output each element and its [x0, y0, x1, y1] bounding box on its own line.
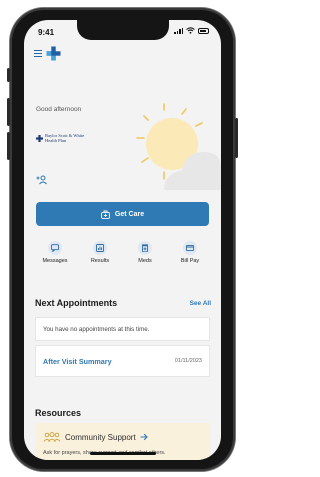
- quick-action-label: Results: [90, 258, 110, 264]
- quick-action-label: Bill Pay: [180, 258, 200, 264]
- mute-switch: [7, 68, 10, 82]
- no-appointments-card: You have no appointments at this time.: [35, 317, 210, 341]
- notch: [76, 20, 169, 40]
- signal-icon: [174, 27, 183, 34]
- app-screen: 9:41 Good afternoon Baylor Scott & White…: [24, 20, 221, 460]
- quick-action-results[interactable]: Results: [81, 241, 119, 264]
- quick-actions: Messages Results Meds Bill Pay: [36, 241, 209, 264]
- get-care-button[interactable]: Get Care: [36, 202, 209, 226]
- next-appointments-title: Next Appointments: [35, 298, 118, 308]
- health-plan-logo: Baylor Scott & White Health Plan: [36, 133, 84, 144]
- greeting-banner: Good afternoon Baylor Scott & White Heal…: [24, 72, 221, 190]
- plan-sub: Health Plan: [45, 138, 67, 144]
- add-person-icon: [36, 175, 47, 185]
- app-header: [34, 46, 61, 61]
- menu-icon[interactable]: [34, 50, 42, 57]
- plan-logo-icon: [36, 134, 43, 142]
- community-support-title: Community Support: [65, 432, 136, 442]
- quick-action-meds[interactable]: Meds: [126, 241, 164, 264]
- after-visit-summary-label: After Visit Summary: [43, 356, 112, 366]
- home-indicator: [89, 452, 156, 455]
- volume-down-button: [7, 132, 10, 160]
- chart-icon: [96, 244, 104, 252]
- quick-action-bill-pay[interactable]: Bill Pay: [171, 241, 209, 264]
- after-visit-summary-card[interactable]: After Visit Summary 01/11/2023: [35, 345, 210, 377]
- greeting-text: Good afternoon: [36, 106, 82, 113]
- get-care-label: Get Care: [114, 210, 145, 218]
- no-appointments-text: You have no appointments at this time.: [43, 326, 150, 333]
- status-time: 9:41: [38, 28, 55, 37]
- message-icon: [51, 244, 59, 252]
- wifi-icon: [186, 27, 195, 34]
- add-family-member-button[interactable]: [36, 172, 48, 190]
- battery-icon: [198, 27, 209, 34]
- see-all-link[interactable]: See All: [190, 300, 211, 307]
- arrow-right-icon: [140, 433, 148, 441]
- resources-title: Resources: [35, 408, 82, 418]
- sun-cloud-illustration: [136, 103, 221, 190]
- people-icon: [43, 432, 61, 442]
- meds-icon: [142, 244, 148, 252]
- app-logo-icon: [46, 46, 61, 61]
- medical-bag-icon: [101, 210, 110, 219]
- after-visit-summary-date: 01/11/2023: [174, 358, 202, 364]
- volume-up-button: [7, 98, 10, 126]
- power-button: [235, 118, 238, 158]
- quick-action-label: Meds: [138, 258, 152, 264]
- quick-action-messages[interactable]: Messages: [36, 241, 74, 264]
- card-icon: [186, 244, 194, 252]
- quick-action-label: Messages: [42, 258, 68, 264]
